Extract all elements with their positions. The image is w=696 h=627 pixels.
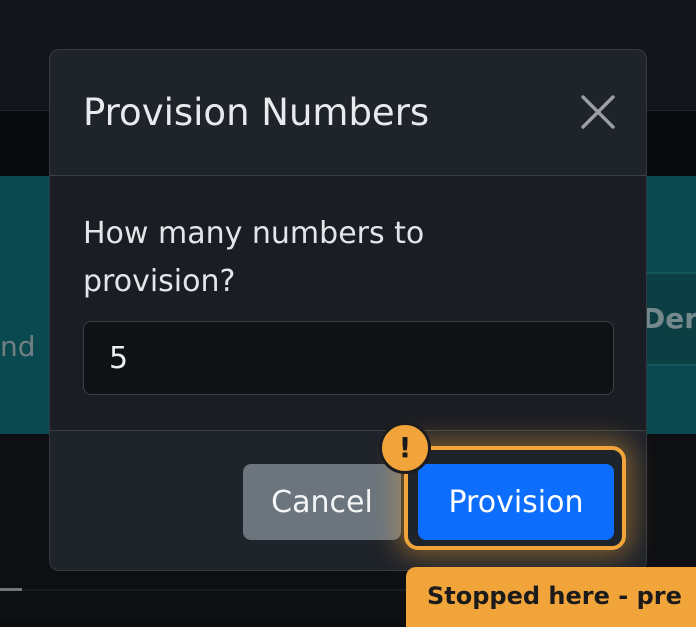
cancel-button[interactable]: Cancel <box>243 464 401 540</box>
provision-button[interactable]: Provision <box>418 464 614 540</box>
quantity-label: How many numbers to provision? <box>83 216 425 299</box>
dialog-footer: Cancel Provision <box>50 430 646 570</box>
dialog-body: How many numbers to provision? <box>50 176 646 430</box>
close-x-icon <box>581 95 615 129</box>
warning-badge-icon: ! <box>379 422 431 474</box>
stopped-here-banner: Stopped here - pre <box>406 567 696 627</box>
provision-dialog: Provision Numbers How many numbers to pr… <box>49 49 647 571</box>
dialog-title: Provision Numbers <box>83 91 430 134</box>
dialog-header: Provision Numbers <box>50 50 646 176</box>
quantity-input[interactable] <box>83 321 614 395</box>
close-button[interactable] <box>578 92 618 132</box>
